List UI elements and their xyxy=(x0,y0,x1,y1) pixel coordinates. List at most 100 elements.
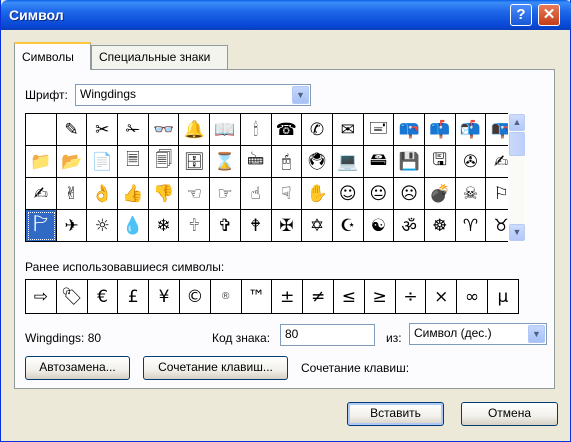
chevron-down-icon[interactable]: ▼ xyxy=(528,325,545,343)
recent-symbol-cell[interactable]: µ xyxy=(487,280,519,314)
symbol-cell[interactable]: 📬 xyxy=(455,114,487,146)
symbol-cell[interactable]: ☜ xyxy=(179,178,211,210)
symbol-cell[interactable]: 👍 xyxy=(118,178,149,210)
symbol-cell[interactable]: ☯ xyxy=(363,210,395,242)
symbol-cell[interactable]: ✂ xyxy=(87,114,119,146)
symbol-cell[interactable]: 💣 xyxy=(424,178,456,210)
symbol-cell[interactable]: 🖰 xyxy=(271,146,303,178)
recent-symbol-cell[interactable]: £ xyxy=(118,280,150,314)
symbol-cell[interactable]: 👎 xyxy=(148,178,180,210)
symbol-cell[interactable]: ☞ xyxy=(210,178,241,210)
symbol-cell[interactable]: 🕯 xyxy=(240,114,272,146)
symbol-cell[interactable]: ♈ xyxy=(455,210,487,242)
symbol-cell[interactable]: ✎ xyxy=(56,114,88,146)
symbol-cell[interactable]: 🗏 xyxy=(118,146,149,178)
symbol-cell[interactable]: ⌛ xyxy=(210,146,241,178)
recent-symbol-cell[interactable]: ÷ xyxy=(395,280,427,314)
symbol-cell[interactable]: 😐 xyxy=(363,178,395,210)
symbol-cell[interactable]: 💻 xyxy=(332,146,364,178)
symbol-cell[interactable]: 🖃 xyxy=(363,114,395,146)
font-select[interactable]: Wingdings ▼ xyxy=(75,84,311,106)
symbol-cell[interactable]: ✠ xyxy=(271,210,303,242)
symbol-cell[interactable]: 📂 xyxy=(56,146,88,178)
scroll-down-icon[interactable]: ▼ xyxy=(509,224,525,241)
title-bar[interactable]: Символ ? ✕ xyxy=(1,0,571,30)
symbol-cell[interactable]: 📁 xyxy=(26,146,57,178)
symbol-cell[interactable]: ✁ xyxy=(118,114,149,146)
symbol-cell[interactable]: ✆ xyxy=(302,114,333,146)
symbol-cell[interactable]: ☹ xyxy=(394,178,425,210)
symbol-cell[interactable]: 📫 xyxy=(424,114,456,146)
symbol-cell[interactable]: 📄 xyxy=(87,146,119,178)
symbol-cell[interactable]: ✞ xyxy=(210,210,241,242)
from-label: из: xyxy=(386,331,402,345)
symbol-cell[interactable]: 🖮 xyxy=(240,146,272,178)
code-source-value: Символ (дес.) xyxy=(414,326,492,340)
recent-symbol-cell[interactable]: © xyxy=(179,280,211,314)
symbol-cell[interactable]: ☼ xyxy=(87,210,119,242)
recent-symbol-cell[interactable]: ≤ xyxy=(333,280,365,314)
symbol-cell[interactable]: ✍ xyxy=(26,178,57,210)
chevron-down-icon[interactable]: ▼ xyxy=(292,86,309,104)
symbol-cell[interactable]: 🖫 xyxy=(424,146,456,178)
symbol-cell[interactable]: 🕈 xyxy=(240,210,272,242)
help-button[interactable]: ? xyxy=(510,4,532,26)
font-code-text: Wingdings: 80 xyxy=(25,331,102,345)
font-select-value: Wingdings xyxy=(80,87,137,101)
tab-special-characters[interactable]: Специальные знаки xyxy=(91,45,228,69)
symbol-cell[interactable]: ☝ xyxy=(240,178,272,210)
recent-symbol-cell[interactable]: ⇨ xyxy=(26,280,57,314)
symbol-cell[interactable]: 🕆 xyxy=(179,210,211,242)
symbol-cell[interactable]: ☺ xyxy=(332,178,364,210)
recent-symbol-cell[interactable]: € xyxy=(87,280,119,314)
symbol-cell[interactable]: 🗄 xyxy=(179,146,211,178)
recent-symbol-cell[interactable]: ≥ xyxy=(364,280,396,314)
symbol-cell[interactable]: 🔔 xyxy=(179,114,211,146)
symbol-cell[interactable]: 💾 xyxy=(394,146,425,178)
character-code-label: Код знака: xyxy=(212,331,271,345)
symbol-cell[interactable]: 💧 xyxy=(118,210,149,242)
symbol-grid: ✎ ✂ ✁ 👓 🔔 📖 🕯 ☎ ✆ ✉ 🖃 📪 📫 📬 📭 📁 📂 📄 🗏 🗐 🗄 ⌛ 🖮 🖰 🖲 💻 🖴 💾 🖫 ✇ ✍ ✍ ✌ 👌 👍 👎 ☜ ☞ ☝ ☟… xyxy=(25,113,517,242)
tab-symbols[interactable]: Символы xyxy=(14,42,91,70)
symbol-cell[interactable]: ॐ xyxy=(394,210,425,242)
symbol-grid-scrollbar[interactable]: ▲ ▼ xyxy=(508,113,526,242)
recent-symbol-cell[interactable]: × xyxy=(426,280,458,314)
symbol-cell[interactable]: ✈ xyxy=(56,210,88,242)
recent-symbol-cell[interactable]: ® xyxy=(210,280,242,314)
close-button[interactable]: ✕ xyxy=(538,4,560,26)
scroll-up-icon[interactable]: ▲ xyxy=(509,114,525,131)
character-code-input[interactable]: 80 xyxy=(280,324,375,346)
recent-symbol-cell[interactable]: ≠ xyxy=(303,280,334,314)
recent-symbol-cell[interactable]: ¥ xyxy=(149,280,180,314)
symbol-cell[interactable]: ☟ xyxy=(271,178,303,210)
symbol-cell[interactable]: 🖲 xyxy=(302,146,333,178)
symbol-cell[interactable]: ✌ xyxy=(56,178,88,210)
recent-symbol-cell[interactable]: ∞ xyxy=(457,280,488,314)
symbol-cell[interactable]: ✇ xyxy=(455,146,487,178)
symbol-cell[interactable]: ☎ xyxy=(271,114,303,146)
symbol-cell[interactable]: ✉ xyxy=(332,114,364,146)
symbol-cell[interactable]: 📖 xyxy=(210,114,241,146)
symbol-cell[interactable] xyxy=(26,114,57,146)
recent-symbol-cell[interactable]: ™ xyxy=(241,280,273,314)
scrollbar-thumb[interactable] xyxy=(509,132,525,156)
symbol-cell[interactable]: ✡ xyxy=(302,210,333,242)
symbol-cell[interactable]: ☸ xyxy=(424,210,456,242)
symbol-cell[interactable]: 🏱 xyxy=(26,210,57,242)
symbol-cell[interactable]: ✋ xyxy=(302,178,333,210)
symbol-cell[interactable]: 📪 xyxy=(394,114,425,146)
symbol-cell[interactable]: ☪ xyxy=(332,210,364,242)
symbol-cell[interactable]: 👓 xyxy=(148,114,180,146)
autocorrect-button[interactable]: Автозамена... xyxy=(25,356,130,380)
symbol-cell[interactable]: 🖴 xyxy=(363,146,395,178)
insert-button[interactable]: Вставить xyxy=(347,402,444,426)
symbol-cell[interactable]: ☠ xyxy=(455,178,487,210)
code-source-select[interactable]: Символ (дес.) ▼ xyxy=(409,323,547,345)
recent-symbol-cell[interactable]: 🏷 xyxy=(56,280,88,314)
symbol-cell[interactable]: 🗐 xyxy=(148,146,180,178)
cancel-button[interactable]: Отмена xyxy=(461,402,558,426)
symbol-cell[interactable]: 👌 xyxy=(87,178,119,210)
shortcut-key-button[interactable]: Сочетание клавиш... xyxy=(143,356,288,380)
symbol-cell[interactable]: ❄ xyxy=(148,210,180,242)
recent-symbol-cell[interactable]: ± xyxy=(272,280,304,314)
